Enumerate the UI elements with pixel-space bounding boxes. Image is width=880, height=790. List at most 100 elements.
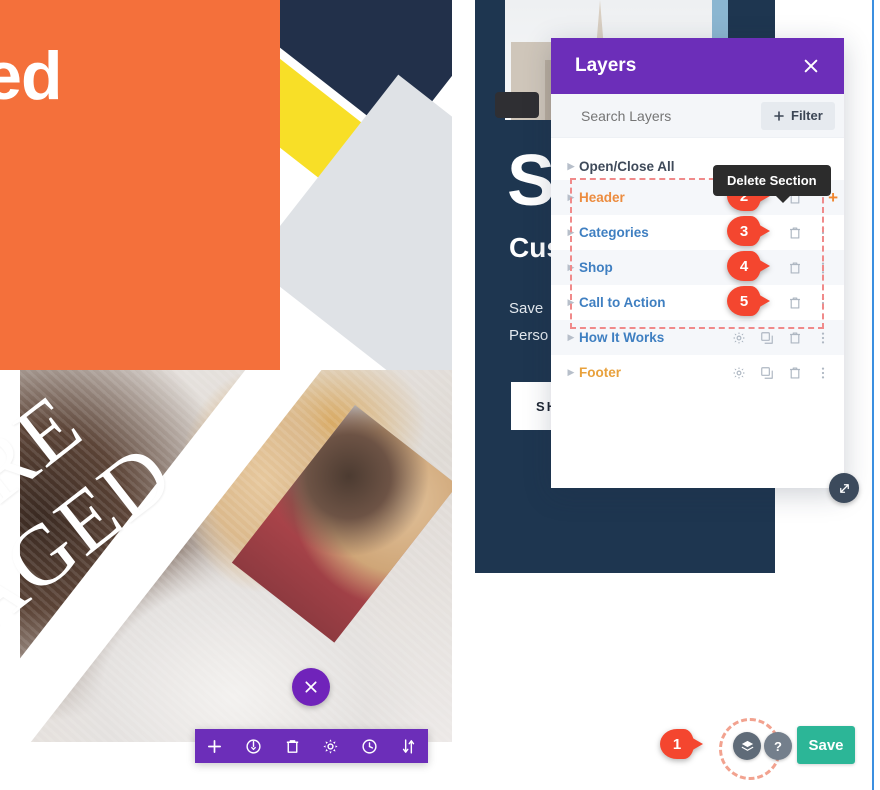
table-row[interactable]: ▶ Shop bbox=[551, 250, 844, 285]
module-history-button[interactable] bbox=[360, 736, 380, 756]
builder-bottom-controls: 1 ? Save bbox=[660, 715, 860, 780]
sort-arrows-icon bbox=[402, 738, 415, 754]
trash-icon bbox=[789, 296, 800, 309]
layer-rows-host: ▶ Header ▶ Categories ▶ Shop ▶ Call to Action ▶ H… bbox=[551, 180, 844, 390]
gear-icon bbox=[732, 366, 745, 379]
table-row[interactable]: ▶ How It Works bbox=[551, 320, 844, 355]
power-icon bbox=[246, 738, 261, 754]
layers-search-row: Filter bbox=[551, 94, 844, 138]
layer-more-button[interactable] bbox=[815, 260, 830, 275]
resize-diagonal-icon bbox=[839, 483, 849, 493]
orange-hero-panel: er nalized nery bbox=[0, 0, 280, 380]
table-row[interactable]: ▶ Footer bbox=[551, 355, 844, 390]
kebab-menu-icon bbox=[821, 227, 824, 238]
add-module-button[interactable] bbox=[204, 736, 224, 756]
chevron-right-icon[interactable]: ▶ bbox=[563, 227, 579, 238]
layers-panel-header: Layers bbox=[551, 38, 844, 94]
trash-icon bbox=[789, 261, 800, 274]
trash-icon bbox=[286, 739, 298, 753]
chevron-right-icon: ▶ bbox=[567, 160, 575, 171]
layer-row-actions bbox=[731, 365, 836, 380]
kebab-menu-icon bbox=[821, 367, 824, 378]
layer-more-button[interactable] bbox=[815, 365, 830, 380]
save-button[interactable]: Save bbox=[797, 726, 855, 764]
table-row[interactable]: ▶ Categories bbox=[551, 215, 844, 250]
layer-delete-button[interactable] bbox=[787, 260, 802, 275]
layers-icon bbox=[741, 740, 753, 751]
duplicate-icon bbox=[760, 331, 773, 344]
browser-edge-line bbox=[872, 0, 874, 790]
layers-panel-close-button[interactable] bbox=[800, 55, 822, 77]
gear-icon bbox=[732, 331, 745, 344]
marker-number: 1 bbox=[672, 735, 682, 753]
layer-more-button[interactable] bbox=[815, 330, 830, 345]
layers-panel: Layers Filter ▶ Open/Close All + ▶Header… bbox=[551, 38, 844, 488]
toggle-module-button[interactable] bbox=[243, 736, 263, 756]
table-row[interactable]: ▶ Call to Action bbox=[551, 285, 844, 320]
callout-marker-5: 5 bbox=[727, 286, 770, 316]
module-toolbar[interactable] bbox=[195, 729, 428, 763]
layer-row-label: Shop bbox=[579, 260, 613, 275]
layers-toggle-button[interactable] bbox=[733, 732, 761, 760]
marker-number: 3 bbox=[739, 222, 749, 240]
trash-icon bbox=[789, 366, 800, 379]
layer-row-label: How It Works bbox=[579, 330, 665, 345]
gear-icon bbox=[323, 738, 338, 754]
chevron-right-icon[interactable]: ▶ bbox=[563, 297, 579, 308]
wedding-photo-collage: RE AGED bbox=[0, 370, 452, 790]
close-icon bbox=[804, 59, 818, 73]
layer-settings-button[interactable] bbox=[731, 330, 746, 345]
chevron-right-icon[interactable]: ▶ bbox=[563, 332, 579, 343]
layer-more-button[interactable] bbox=[815, 225, 830, 240]
left-design-column: er nalized nery RE AGED bbox=[0, 0, 452, 790]
open-close-all-label: Open/Close All bbox=[579, 158, 675, 174]
sale-paragraph-line-2: Perso bbox=[509, 327, 549, 344]
module-close-button[interactable] bbox=[292, 668, 330, 706]
layer-row-label: Footer bbox=[579, 365, 621, 380]
builder-canvas: er nalized nery RE AGED bbox=[0, 0, 880, 790]
chevron-right-icon[interactable]: ▶ bbox=[563, 262, 579, 273]
kebab-menu-icon bbox=[821, 332, 824, 343]
trash-icon bbox=[789, 331, 800, 344]
layer-row-label: Categories bbox=[579, 225, 649, 240]
filter-button[interactable]: Filter bbox=[761, 101, 835, 130]
chevron-right-icon[interactable]: ▶ bbox=[563, 367, 579, 378]
help-button[interactable]: ? bbox=[764, 732, 792, 760]
kebab-menu-icon bbox=[821, 262, 824, 273]
marker-number: 5 bbox=[739, 292, 749, 310]
kebab-menu-icon bbox=[821, 297, 824, 308]
layer-delete-button[interactable] bbox=[787, 365, 802, 380]
callout-marker-4: 4 bbox=[727, 251, 770, 281]
delete-section-tooltip: Delete Section bbox=[713, 165, 831, 203]
marker-number: 4 bbox=[739, 257, 749, 275]
hero-headline-line-1: nalized bbox=[0, 38, 62, 114]
layer-row-label: Header bbox=[579, 190, 625, 205]
clock-icon bbox=[362, 738, 377, 754]
search-input[interactable] bbox=[581, 107, 761, 124]
filter-label: Filter bbox=[791, 108, 823, 123]
close-icon bbox=[305, 681, 317, 693]
callout-marker-1: 1 bbox=[660, 729, 703, 759]
move-module-button[interactable] bbox=[399, 736, 419, 756]
plus-icon bbox=[774, 110, 784, 121]
layer-row-actions bbox=[731, 330, 836, 345]
plus-icon bbox=[207, 739, 221, 753]
module-settings-button[interactable] bbox=[321, 736, 341, 756]
layers-panel-title: Layers bbox=[575, 55, 637, 76]
layer-settings-button[interactable] bbox=[731, 365, 746, 380]
duplicate-icon bbox=[760, 366, 773, 379]
layer-delete-button[interactable] bbox=[787, 295, 802, 310]
chevron-right-icon[interactable]: ▶ bbox=[563, 192, 579, 203]
layer-more-button[interactable] bbox=[815, 295, 830, 310]
panel-resize-handle[interactable] bbox=[829, 473, 859, 503]
layer-delete-button[interactable] bbox=[787, 330, 802, 345]
layer-delete-button[interactable] bbox=[787, 225, 802, 240]
layer-duplicate-button[interactable] bbox=[759, 330, 774, 345]
sale-paragraph-line-1: Save bbox=[509, 300, 544, 317]
callout-marker-3: 3 bbox=[727, 216, 770, 246]
layer-duplicate-button[interactable] bbox=[759, 365, 774, 380]
delete-module-button[interactable] bbox=[282, 736, 302, 756]
trash-icon bbox=[789, 226, 800, 239]
photo-detail-1 bbox=[495, 92, 539, 118]
layer-row-label: Call to Action bbox=[579, 295, 666, 310]
